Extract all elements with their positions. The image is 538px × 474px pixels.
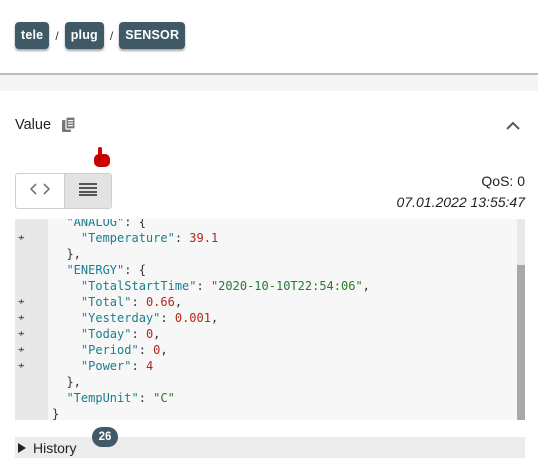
lines-icon: [78, 182, 97, 201]
qos-label: QoS: 0: [481, 173, 525, 189]
value-title: Value: [15, 117, 52, 133]
json-punctuation: },: [66, 375, 81, 389]
json-key: "Total": [80, 295, 132, 309]
code-line: ≁ "Total": 0.66,: [15, 294, 517, 310]
json-punctuation: :: [196, 279, 211, 293]
top-bar: tele / plug / SENSOR: [0, 0, 538, 74]
caret-right-icon: [18, 442, 26, 453]
gutter-marker[interactable]: ≁: [18, 294, 25, 310]
json-punctuation: },: [66, 247, 81, 261]
json-punctuation: :: [131, 295, 146, 309]
json-key: "Today": [80, 327, 132, 341]
code-text: "ANALOG": {: [52, 219, 146, 230]
section-gap: [0, 75, 538, 91]
code-line: ≁ "Temperature": 39.1: [15, 230, 517, 246]
json-key: "ANALOG": [66, 219, 125, 229]
code-text: "ENERGY": {: [52, 262, 146, 278]
breadcrumb-separator: /: [55, 28, 59, 43]
json-number: 4: [145, 359, 154, 373]
json-punctuation: ,: [210, 311, 219, 325]
json-key: "TotalStartTime": [80, 279, 197, 293]
json-number: 39.1: [189, 231, 219, 245]
json-punctuation: :: [160, 311, 175, 325]
code-text: "Period": 0,: [52, 342, 168, 358]
code-line: },: [15, 246, 517, 262]
history-toggle[interactable]: History: [15, 437, 525, 458]
history-label: History: [33, 439, 77, 456]
code-text: "Yesterday": 0.001,: [52, 310, 218, 326]
scrollbar-thumb[interactable]: [517, 265, 525, 420]
code-text: "TotalStartTime": "2020-10-10T22:54:06",: [52, 278, 370, 294]
json-punctuation: : {: [124, 263, 146, 277]
copy-icon[interactable]: [60, 116, 78, 134]
json-punctuation: : {: [124, 219, 146, 229]
gutter-marker[interactable]: ≁: [18, 342, 25, 358]
code-text: "Total": 0.66,: [52, 294, 182, 310]
json-key: "Period": [80, 343, 139, 357]
json-key: "Yesterday": [80, 311, 161, 325]
timestamp: 07.01.2022 13:55:47: [396, 194, 525, 210]
json-number: 0.001: [174, 311, 211, 325]
json-key: "Power": [80, 359, 132, 373]
code-text: }: [52, 406, 59, 420]
json-punctuation: :: [138, 343, 154, 357]
json-key: "Temperature": [80, 231, 175, 245]
json-punctuation: ,: [153, 327, 161, 341]
pointing-hand-icon: [91, 145, 113, 169]
json-punctuation: ,: [362, 279, 370, 293]
json-string: "C": [153, 391, 175, 405]
json-punctuation: :: [131, 359, 146, 373]
code-line: "TempUnit": "C": [15, 390, 517, 406]
code-line: "ANALOG": {: [15, 219, 517, 230]
code-line: "TotalStartTime": "2020-10-10T22:54:06",: [15, 278, 517, 294]
gutter-marker[interactable]: ≁: [18, 230, 25, 246]
json-punctuation: :: [138, 391, 154, 405]
editor-scrollbar[interactable]: [517, 219, 525, 420]
code-text: "Temperature": 39.1: [52, 230, 218, 246]
code-text: },: [52, 374, 81, 390]
code-line: }: [15, 406, 517, 420]
gutter-marker[interactable]: ≁: [18, 358, 25, 374]
json-key: "ENERGY": [66, 263, 125, 277]
breadcrumb-chip-tele[interactable]: tele: [15, 22, 50, 49]
code-icon: [29, 182, 51, 201]
json-punctuation: ,: [160, 343, 168, 357]
code-line: "ENERGY": {: [15, 262, 517, 278]
json-punctuation: }: [52, 407, 60, 420]
json-punctuation: :: [131, 327, 146, 341]
breadcrumb-separator: /: [109, 28, 114, 43]
json-punctuation: :: [174, 231, 190, 245]
breadcrumb-chip-sensor[interactable]: SENSOR: [119, 22, 186, 49]
json-editor[interactable]: "ANALOG": {≁ "Temperature": 39.1 }, "ENE…: [15, 219, 525, 420]
code-line: ≁ "Period": 0,: [15, 342, 517, 358]
code-line: ≁ "Yesterday": 0.001,: [15, 310, 517, 326]
chevron-up-icon[interactable]: [504, 117, 522, 135]
json-string: "2020-10-10T22:54:06": [210, 279, 363, 293]
code-text: "Power": 4: [52, 358, 153, 374]
code-line: },: [15, 374, 517, 390]
json-key: "TempUnit": [66, 391, 139, 405]
code-text: },: [52, 246, 81, 262]
code-line: ≁ "Today": 0,: [15, 326, 517, 342]
code-line: ≁ "Power": 4: [15, 358, 517, 374]
breadcrumb: tele / plug / SENSOR: [15, 22, 186, 49]
code-view-button[interactable]: [16, 174, 64, 208]
gutter-marker[interactable]: ≁: [18, 326, 25, 342]
breadcrumb-chip-plug[interactable]: plug: [64, 22, 104, 49]
value-header: Value: [15, 116, 78, 134]
gutter-marker[interactable]: ≁: [18, 310, 25, 326]
view-toggle: [15, 173, 112, 209]
raw-view-button[interactable]: [63, 174, 111, 208]
json-punctuation: ,: [174, 295, 183, 309]
json-number: 0.66: [145, 295, 175, 309]
code-text: "Today": 0,: [52, 326, 161, 342]
history-count-badge: 26: [92, 427, 118, 447]
code-text: "TempUnit": "C": [52, 390, 175, 406]
